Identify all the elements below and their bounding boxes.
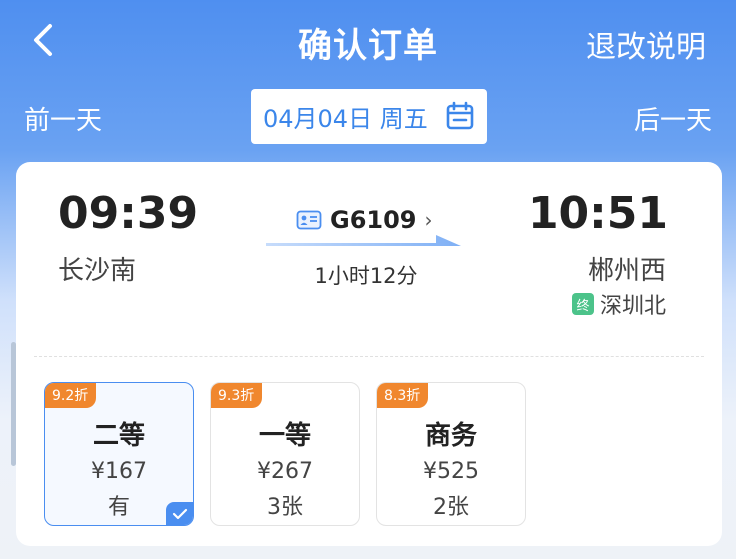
train-number: G6109 — [330, 206, 417, 234]
arrival-time: 10:51 — [527, 188, 668, 239]
refund-policy-link[interactable]: 退改说明 — [586, 22, 706, 66]
discount-badge: 9.3折 — [211, 383, 263, 408]
train-card: 09:39 长沙南 G6109 › 1小时12分 10:51 郴州西 终 深圳北… — [16, 162, 722, 546]
discount-badge: 9.2折 — [45, 383, 97, 408]
seat-option-second-class[interactable]: 9.2折 二等 ¥167 有 — [44, 382, 194, 526]
calendar-icon — [446, 101, 474, 130]
prev-day-button[interactable]: 前一天 — [24, 100, 102, 137]
checkmark-icon — [166, 502, 193, 525]
train-info-button[interactable]: G6109 › — [296, 206, 433, 234]
next-day-button[interactable]: 后一天 — [634, 100, 712, 137]
terminal-station: 深圳北 — [599, 294, 666, 319]
seat-price: ¥525 — [423, 459, 479, 484]
seat-class-name: 一等 — [258, 421, 311, 451]
chevron-right-icon: › — [424, 208, 433, 232]
train-ticket-icon — [296, 210, 322, 230]
selected-date: 04月04日 周五 — [263, 105, 428, 133]
arrival-station: 郴州西 — [587, 256, 666, 286]
seat-price: ¥167 — [91, 459, 147, 484]
departure-station: 长沙南 — [58, 256, 137, 286]
departure-time: 09:39 — [58, 188, 199, 239]
seat-availability: 2张 — [433, 495, 469, 520]
seat-availability: 3张 — [267, 495, 303, 520]
discount-badge: 8.3折 — [377, 383, 429, 408]
seat-class-name: 二等 — [92, 421, 145, 451]
divider — [34, 356, 704, 357]
trip-duration: 1小时12分 — [314, 264, 418, 288]
date-picker[interactable]: 04月04日 周五 — [251, 89, 487, 144]
direction-arrow-icon — [266, 235, 461, 246]
seat-price: ¥267 — [257, 459, 313, 484]
seat-option-business-class[interactable]: 8.3折 商务 ¥525 2张 — [376, 382, 526, 526]
seat-class-name: 商务 — [424, 421, 477, 451]
terminal-badge: 终 — [571, 293, 594, 315]
seat-option-first-class[interactable]: 9.3折 一等 ¥267 3张 — [210, 382, 360, 526]
terminal-info: 终 深圳北 — [571, 288, 666, 320]
